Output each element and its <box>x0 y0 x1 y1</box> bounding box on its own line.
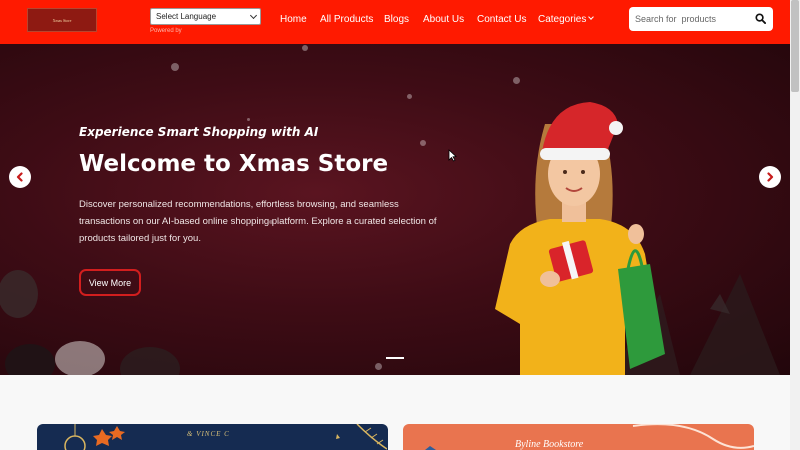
snowflake-decoration <box>171 63 179 71</box>
store-logo[interactable]: Xmas Store <box>27 8 97 32</box>
nav-home[interactable]: Home <box>280 14 307 25</box>
powered-by-text: Powered by <box>150 28 182 34</box>
view-more-button[interactable]: View More <box>79 269 141 296</box>
promo-card-left[interactable]: & VINCE C <box>37 424 388 450</box>
logo-text: Xmas Store <box>52 17 72 23</box>
pine-branch-decoration <box>336 424 387 450</box>
promo-card-right-text: Byline Bookstore <box>515 439 584 450</box>
page-scrollbar[interactable] <box>790 0 800 450</box>
chevron-right-icon <box>767 172 774 182</box>
hero-description: Discover personalized recommendations, e… <box>79 199 437 244</box>
snowflake-decoration <box>420 140 426 146</box>
search-input[interactable] <box>635 12 750 26</box>
promo-card-right[interactable]: Byline Bookstore <box>403 424 754 450</box>
snowflake-decoration <box>302 45 308 51</box>
page: Xmas Store Select Language Powered by Ho… <box>0 0 800 450</box>
snowflake-decoration <box>247 118 250 121</box>
snowflake-decoration <box>513 77 520 84</box>
hero-tagline: Experience Smart Shopping with AI <box>79 125 319 139</box>
mouse-cursor-icon <box>448 149 457 162</box>
top-navbar: Xmas Store Select Language Powered by Ho… <box>0 0 790 44</box>
chevron-down-icon <box>249 11 258 20</box>
ribbon-decoration <box>632 424 754 449</box>
snowflake-decoration <box>375 363 382 370</box>
carousel-indicator-active[interactable] <box>386 357 404 359</box>
nav-blogs[interactable]: Blogs <box>384 14 409 25</box>
language-select-value: Select Language <box>156 12 217 21</box>
hero-model-image <box>495 102 665 375</box>
chevron-left-icon <box>16 172 23 182</box>
promo-card-left-text: & VINCE C <box>187 430 230 438</box>
search-icon[interactable] <box>755 13 766 24</box>
language-select[interactable]: Select Language <box>150 8 261 25</box>
nav-contact-us[interactable]: Contact Us <box>477 14 526 25</box>
book-decoration <box>425 446 436 450</box>
carousel-prev-button[interactable] <box>9 166 31 188</box>
hero-carousel: Experience Smart Shopping with AI Welcom… <box>0 44 790 375</box>
nav-categories-label: Categories <box>538 14 587 25</box>
nav-categories[interactable]: Categories <box>538 14 595 25</box>
hero-title: Welcome to Xmas Store <box>79 151 389 177</box>
nav-about-us[interactable]: About Us <box>423 14 464 25</box>
search-box <box>629 7 773 31</box>
carousel-next-button[interactable] <box>759 166 781 188</box>
scrollbar-thumb[interactable] <box>791 0 799 92</box>
ornament-decoration <box>64 424 125 450</box>
nav-all-products[interactable]: All Products <box>320 14 373 25</box>
snowflake-decoration <box>407 94 412 99</box>
chevron-down-icon <box>588 14 595 20</box>
